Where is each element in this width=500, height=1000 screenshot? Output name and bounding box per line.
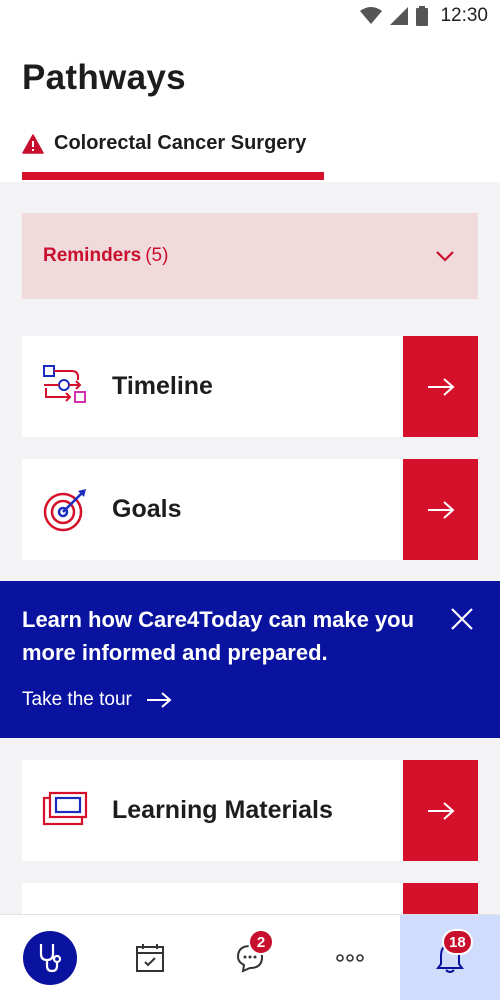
battery-icon <box>416 6 429 26</box>
status-bar: 12:30 <box>0 0 500 32</box>
reminders-accordion[interactable]: Reminders (5) <box>22 213 478 299</box>
timeline-icon <box>42 364 88 410</box>
take-the-tour-link[interactable]: Take the tour <box>22 689 172 711</box>
arrow-right-icon <box>146 692 172 708</box>
tour-banner: Learn how Care4Today can make you more i… <box>0 581 500 738</box>
chevron-down-icon <box>436 250 454 262</box>
bottom-navigation: 2 18 <box>0 914 500 1000</box>
messages-badge: 2 <box>248 929 274 955</box>
nav-notifications[interactable]: 18 <box>400 915 500 1000</box>
reminders-label: Reminders <box>43 245 142 266</box>
warning-icon <box>22 133 44 154</box>
goals-arrow-button[interactable] <box>403 459 478 560</box>
learning-materials-icon <box>42 788 88 834</box>
tab-active-indicator <box>22 172 324 180</box>
more-icon <box>336 954 364 962</box>
next-card-arrow-button[interactable] <box>403 883 478 914</box>
nav-calendar[interactable] <box>100 915 200 1000</box>
nav-messages[interactable]: 2 <box>200 915 300 1000</box>
timeline-title: Timeline <box>112 372 213 400</box>
wifi-icon <box>360 7 383 24</box>
banner-text: Learn how Care4Today can make you more i… <box>22 607 415 665</box>
tab-colorectal-cancer-surgery[interactable]: Colorectal Cancer Surgery <box>22 132 306 155</box>
stethoscope-icon <box>23 931 77 985</box>
tab-label: Colorectal Cancer Surgery <box>54 132 307 154</box>
goals-card[interactable]: Goals <box>22 459 478 560</box>
arrow-right-icon <box>427 801 455 820</box>
cellular-signal-icon <box>390 7 409 25</box>
calendar-icon <box>136 944 164 972</box>
take-the-tour-label: Take the tour <box>22 689 132 710</box>
notifications-badge: 18 <box>442 929 473 955</box>
learning-materials-arrow-button[interactable] <box>403 760 478 861</box>
goals-title: Goals <box>112 495 182 523</box>
reminders-count: (5) <box>145 245 169 266</box>
arrow-right-icon <box>427 377 455 396</box>
close-icon[interactable] <box>450 607 474 631</box>
nav-more[interactable] <box>300 915 400 1000</box>
next-card-partial[interactable] <box>22 883 478 914</box>
learning-materials-card[interactable]: Learning Materials <box>22 760 478 861</box>
timeline-arrow-button[interactable] <box>403 336 478 437</box>
arrow-right-icon <box>427 500 455 519</box>
learning-materials-title: Learning Materials <box>112 796 333 824</box>
timeline-card[interactable]: Timeline <box>22 336 478 437</box>
page-title: Pathways <box>22 58 186 97</box>
header: Pathways Colorectal Cancer Surgery <box>0 32 500 182</box>
target-icon <box>42 487 88 533</box>
nav-pathways[interactable] <box>0 915 100 1000</box>
status-time: 12:30 <box>440 5 488 26</box>
